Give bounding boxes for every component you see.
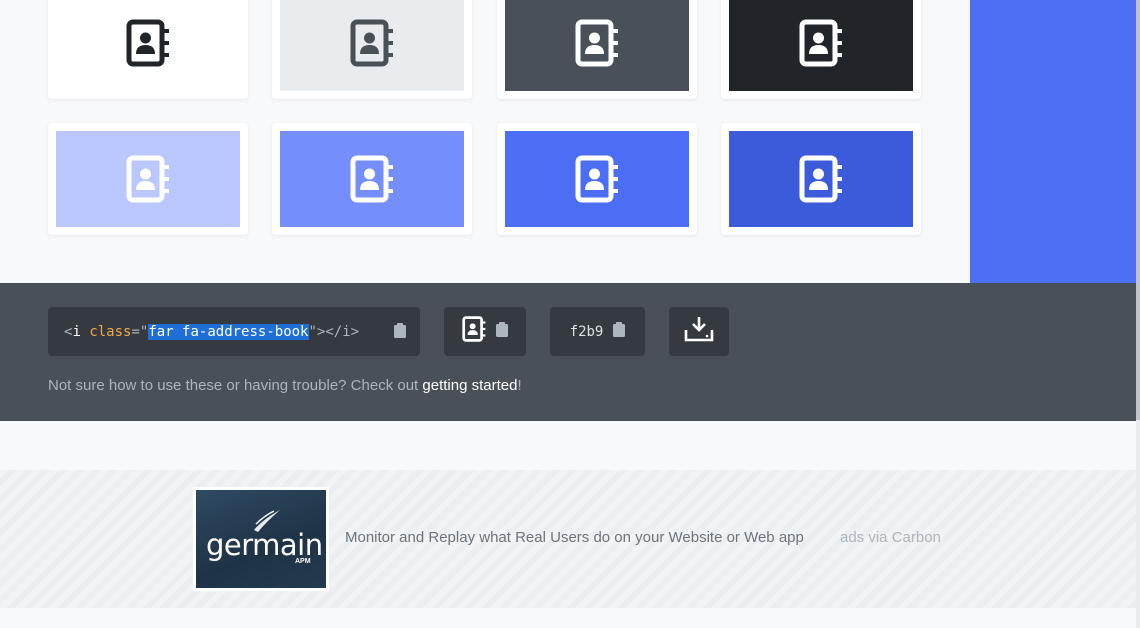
unicode-value: f2b9 [569, 323, 604, 340]
address-book-icon [462, 316, 486, 347]
swatch-fill [729, 131, 913, 227]
icon-swatch-card[interactable] [721, 123, 921, 235]
code-tag: i [72, 323, 81, 340]
address-book-icon [126, 19, 169, 67]
germain-logo: germain APM [196, 490, 326, 588]
ad-image[interactable]: germain APM [193, 487, 329, 591]
getting-started-link[interactable]: getting started [422, 377, 517, 394]
download-icon [684, 316, 714, 347]
clipboard-icon[interactable] [394, 323, 406, 342]
code-equals: = [131, 323, 140, 340]
code-close: "></i> [308, 323, 360, 340]
scrollbar-thumb[interactable] [1136, 0, 1140, 420]
ad-text-link[interactable]: Monitor and Replay what Real Users do on… [345, 529, 804, 546]
help-suffix: ! [517, 377, 522, 394]
address-book-icon [575, 19, 618, 67]
icon-swatch-card[interactable] [497, 0, 697, 99]
ad-logo-text: germain [206, 528, 323, 562]
code-quote: " [139, 323, 149, 340]
help-text: Not sure how to use these or having trou… [48, 377, 522, 394]
clipboard-icon [496, 321, 508, 342]
address-book-icon [350, 19, 393, 67]
copy-glyph-button[interactable] [444, 307, 526, 356]
address-book-icon [126, 155, 169, 203]
clipboard-icon [613, 321, 626, 342]
swatch-fill [505, 0, 689, 91]
address-book-icon [799, 155, 842, 203]
download-button[interactable] [669, 307, 729, 356]
swatch-fill [729, 0, 913, 91]
icon-swatch-card[interactable] [48, 123, 248, 235]
accent-panel [970, 0, 1136, 283]
address-book-icon [799, 19, 842, 67]
swatch-fill [280, 131, 464, 227]
code-class-value[interactable]: far fa-address-book [148, 323, 309, 340]
icon-swatch-card[interactable] [497, 123, 697, 235]
code-attr: class [89, 323, 132, 340]
icon-swatch-card[interactable] [48, 0, 248, 99]
html-snippet-box[interactable]: < i class = " far fa-address-book "></i> [48, 307, 420, 356]
copy-unicode-button[interactable]: f2b9 [550, 307, 645, 356]
swatch-fill [280, 0, 464, 91]
swatch-fill [56, 131, 240, 227]
ad-via-carbon-link[interactable]: ads via Carbon [840, 529, 941, 546]
swatch-fill [56, 0, 240, 91]
swatch-fill [505, 131, 689, 227]
icon-swatch-card[interactable] [272, 123, 472, 235]
ad-logo-subtitle: APM [295, 558, 311, 565]
address-book-icon [350, 155, 393, 203]
help-prefix: Not sure how to use these or having trou… [48, 377, 423, 394]
icon-swatch-card[interactable] [272, 0, 472, 99]
icon-swatch-card[interactable] [721, 0, 921, 99]
address-book-icon [575, 155, 618, 203]
code-open-bracket: < [64, 323, 73, 340]
